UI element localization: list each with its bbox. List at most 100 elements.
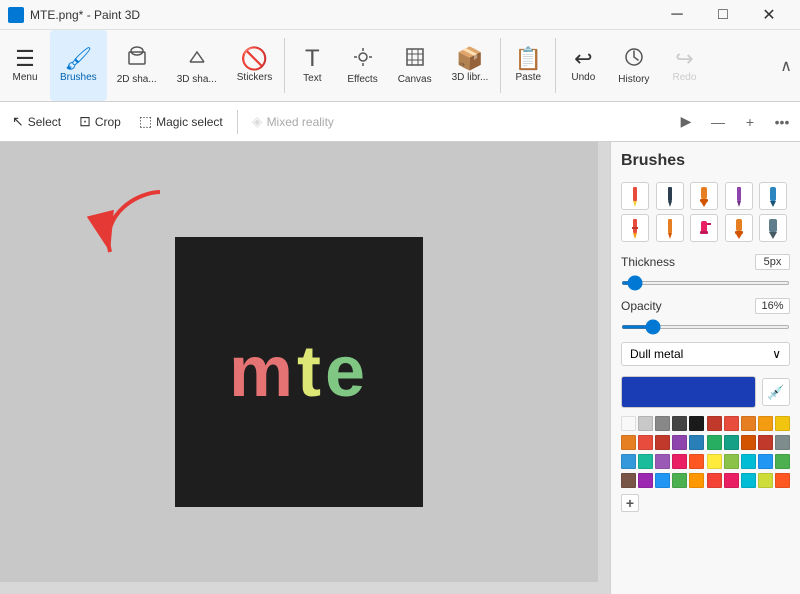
palette-color-cell[interactable]: [741, 454, 756, 469]
minus-button[interactable]: —: [704, 108, 732, 136]
brush-crayon[interactable]: [621, 214, 649, 242]
palette-color-cell[interactable]: [707, 454, 722, 469]
brush-pencil[interactable]: [621, 182, 649, 210]
ribbon-canvas[interactable]: Canvas: [388, 30, 442, 101]
palette-color-cell[interactable]: [672, 416, 687, 431]
ribbon-text-label: Text: [303, 73, 321, 84]
palette-color-cell[interactable]: [655, 454, 670, 469]
select-icon: ↖: [12, 113, 24, 130]
dropdown-chevron-icon: ∨: [772, 347, 781, 361]
right-panel: Brushes: [610, 142, 800, 594]
brush-spray[interactable]: [690, 214, 718, 242]
ribbon-effects[interactable]: Effects: [337, 30, 387, 101]
palette-color-cell[interactable]: [638, 473, 653, 488]
plus-button[interactable]: +: [736, 108, 764, 136]
palette-color-cell[interactable]: [621, 435, 636, 450]
palette-color-cell[interactable]: [655, 473, 670, 488]
palette-color-cell[interactable]: [758, 416, 773, 431]
palette-color-cell[interactable]: [638, 416, 653, 431]
palette-color-cell[interactable]: [775, 473, 790, 488]
active-color-swatch[interactable]: [621, 376, 756, 408]
mixed-reality-label: Mixed reality: [267, 115, 334, 129]
palette-color-cell[interactable]: [724, 435, 739, 450]
add-color-icon: +: [621, 494, 639, 512]
opacity-value: 16%: [755, 298, 790, 314]
palette-color-cell[interactable]: [707, 435, 722, 450]
ribbon-text[interactable]: T Text: [287, 30, 337, 101]
ribbon-3dlib[interactable]: 📦 3D libr...: [442, 30, 499, 101]
magic-select-button[interactable]: ⬚ Magic select: [131, 109, 231, 134]
palette-color-cell[interactable]: [638, 454, 653, 469]
ribbon-redo[interactable]: ↪ Redo: [659, 30, 709, 101]
palette-color-cell[interactable]: [689, 416, 704, 431]
ribbon-history[interactable]: History: [608, 30, 659, 101]
palette-color-cell[interactable]: [621, 454, 636, 469]
ribbon-history-label: History: [618, 74, 649, 85]
crop-button[interactable]: ⊡ Crop: [71, 109, 129, 134]
palette-row: [621, 416, 790, 431]
palette-color-cell[interactable]: [724, 454, 739, 469]
palette-color-cell[interactable]: [775, 435, 790, 450]
palette-color-cell[interactable]: [724, 416, 739, 431]
close-button[interactable]: ✕: [746, 0, 792, 30]
ribbon-3dshapes[interactable]: 3D sha...: [167, 30, 227, 101]
brush-airbrush[interactable]: [725, 214, 753, 242]
material-dropdown[interactable]: Dull metal ∨: [621, 342, 790, 366]
palette-color-cell[interactable]: [741, 416, 756, 431]
3dshapes-icon: [186, 46, 208, 72]
more-button[interactable]: •••: [768, 108, 796, 136]
maximize-button[interactable]: □: [700, 0, 746, 30]
palette-color-cell[interactable]: [707, 416, 722, 431]
horizontal-scrollbar[interactable]: [0, 582, 610, 594]
brush-watercolor[interactable]: [759, 182, 787, 210]
ribbon-undo[interactable]: ↩ Undo: [558, 30, 608, 101]
ribbon-paste[interactable]: 📋 Paste: [503, 30, 553, 101]
palette-color-cell[interactable]: [724, 473, 739, 488]
palette-color-cell[interactable]: [775, 416, 790, 431]
palette-color-cell[interactable]: [758, 473, 773, 488]
palette-color-cell[interactable]: [775, 454, 790, 469]
play-button[interactable]: ▶: [672, 108, 700, 136]
ribbon-collapse-button[interactable]: ∧: [780, 56, 792, 76]
palette-color-cell[interactable]: [689, 473, 704, 488]
dropdown-label: Dull metal: [630, 347, 683, 361]
thickness-value: 5px: [755, 254, 790, 270]
mixed-reality-button[interactable]: ◈ Mixed reality: [244, 109, 342, 134]
palette-color-cell[interactable]: [741, 473, 756, 488]
brush-pen[interactable]: [656, 182, 684, 210]
mte-letter-t: t: [297, 331, 325, 413]
palette-color-cell[interactable]: [655, 435, 670, 450]
eyedropper-button[interactable]: 💉: [762, 378, 790, 406]
select-button[interactable]: ↖ Select: [4, 109, 69, 134]
ribbon-2dshapes[interactable]: 2D sha...: [107, 30, 167, 101]
brush-felt[interactable]: [656, 214, 684, 242]
minimize-button[interactable]: ─: [654, 0, 700, 30]
brush-marker[interactable]: [725, 182, 753, 210]
opacity-slider-container: [621, 318, 790, 332]
palette-color-cell[interactable]: [758, 435, 773, 450]
add-color-button[interactable]: +: [621, 492, 790, 514]
palette-color-cell[interactable]: [655, 416, 670, 431]
palette-color-cell[interactable]: [621, 473, 636, 488]
canvas-area: mte: [0, 142, 610, 594]
ribbon-brushes[interactable]: 🖌 Brushes: [50, 30, 107, 101]
brush-oil[interactable]: [690, 182, 718, 210]
palette-color-cell[interactable]: [707, 473, 722, 488]
palette-color-cell[interactable]: [672, 454, 687, 469]
thickness-slider[interactable]: [621, 281, 790, 285]
opacity-slider[interactable]: [621, 325, 790, 329]
palette-color-cell[interactable]: [758, 454, 773, 469]
palette-color-cell[interactable]: [672, 473, 687, 488]
palette-color-cell[interactable]: [638, 435, 653, 450]
palette-color-cell[interactable]: [621, 416, 636, 431]
ribbon-menu[interactable]: ☰ Menu: [0, 30, 50, 101]
palette-color-cell[interactable]: [672, 435, 687, 450]
palette-color-cell[interactable]: [741, 435, 756, 450]
color-swatch-row: 💉: [621, 376, 790, 408]
ribbon-3dlib-label: 3D libr...: [452, 72, 489, 83]
palette-color-cell[interactable]: [689, 435, 704, 450]
brush-calligraphy[interactable]: [759, 214, 787, 242]
vertical-scrollbar[interactable]: [598, 142, 610, 582]
palette-color-cell[interactable]: [689, 454, 704, 469]
ribbon-stickers[interactable]: 🚫 Stickers: [227, 30, 283, 101]
